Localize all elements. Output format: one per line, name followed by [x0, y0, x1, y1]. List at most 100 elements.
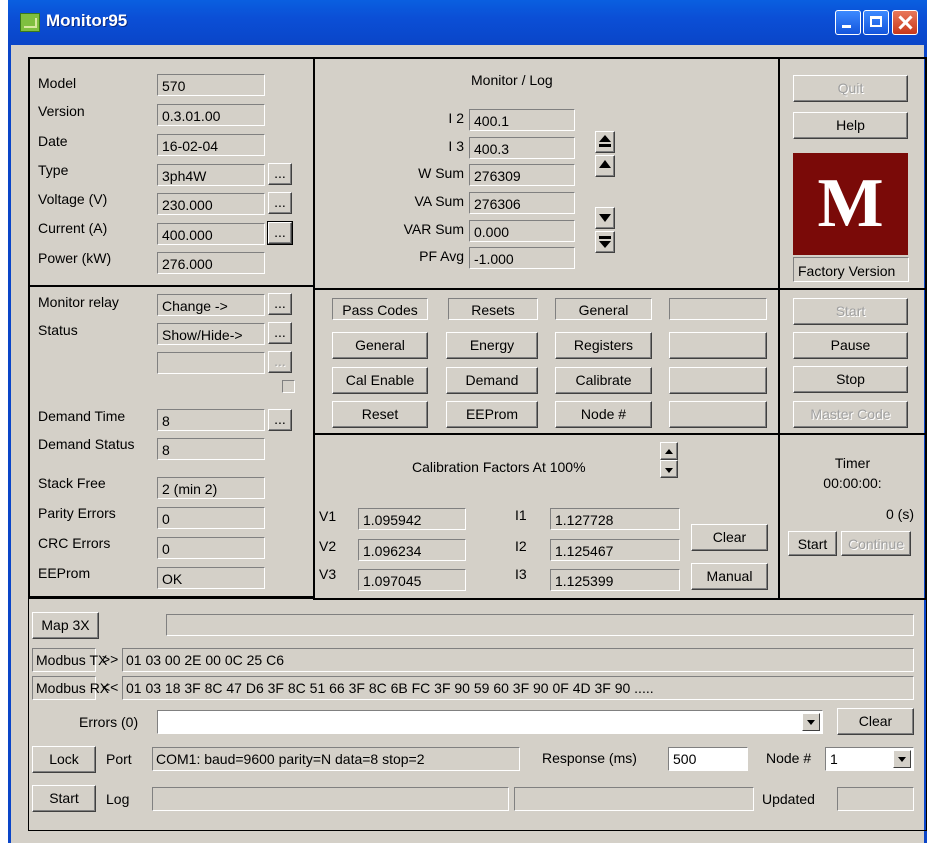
response-input[interactable]: 500: [668, 747, 748, 771]
factory-version-field: Factory Version: [793, 257, 909, 282]
cal-enable-button[interactable]: Cal Enable: [332, 367, 428, 394]
eeprom-button[interactable]: EEProm: [446, 401, 538, 428]
status-field: Show/Hide->: [157, 323, 265, 345]
stop-button[interactable]: Stop: [793, 366, 908, 393]
modbus-tx-field: 01 03 00 2E 00 0C 25 C6: [122, 648, 914, 672]
window-title: Monitor95: [46, 11, 128, 30]
timer-label: Timer: [834, 455, 871, 471]
modbus-rx-field: 01 03 18 3F 8C 47 D6 3F 8C 51 66 3F 8C 6…: [122, 676, 914, 700]
node-button[interactable]: Node #: [555, 401, 652, 428]
type-more-button[interactable]: ...: [268, 163, 292, 185]
cal-spin-up-button[interactable]: [660, 442, 678, 460]
tx-arrow: >>: [102, 651, 119, 667]
model-label: Model: [38, 75, 77, 91]
varsum-label: VAR Sum: [403, 221, 464, 237]
timer-continue-button[interactable]: Continue: [841, 531, 911, 556]
log-label: Log: [106, 791, 130, 807]
lock-button[interactable]: Lock: [32, 746, 96, 773]
i1-field: 1.127728: [550, 508, 680, 530]
down-arrow-icon: [599, 214, 611, 222]
current-field: 400.000: [157, 223, 265, 245]
model-field: 570: [157, 74, 265, 96]
comms-panel: Map 3X Modbus TX >> 01 03 00 2E 00 0C 25…: [28, 598, 927, 831]
app-window: Monitor95 Model 570 Version 0.3.01.00 Da…: [8, 0, 927, 843]
log-start-button[interactable]: Start: [32, 785, 96, 812]
timer-panel: Timer 00:00:00: 0 (s) Start Continue: [778, 433, 927, 600]
parity-errors-label: Parity Errors: [38, 505, 116, 521]
pause-button[interactable]: Pause: [793, 332, 908, 359]
pass-codes-header: Pass Codes: [332, 298, 428, 320]
device-info-panel: Model 570 Version 0.3.01.00 Date 16-02-0…: [28, 57, 315, 598]
timer-seconds: 0 (s): [886, 506, 914, 522]
timer-start-button[interactable]: Start: [788, 531, 837, 556]
title-bar[interactable]: Monitor95: [8, 0, 927, 45]
help-button[interactable]: Help: [793, 112, 908, 139]
current-more-button[interactable]: ...: [267, 221, 293, 245]
manual-button[interactable]: Manual: [691, 563, 768, 590]
v2-field: 1.096234: [358, 539, 466, 561]
demand-time-field: 8: [157, 409, 265, 431]
demand-button[interactable]: Demand: [446, 367, 538, 394]
node-label: Node #: [766, 750, 812, 766]
pfavg-label: PF Avg: [419, 248, 464, 264]
port-label: Port: [106, 751, 132, 767]
demand-time-more-button[interactable]: ...: [268, 409, 292, 431]
status-more-button[interactable]: ...: [268, 322, 292, 344]
close-button[interactable]: [892, 10, 918, 35]
node-dropdown-button[interactable]: [893, 750, 911, 768]
cal-clear-button[interactable]: Clear: [691, 524, 768, 551]
master-code-button[interactable]: Master Code: [793, 401, 908, 428]
option-checkbox[interactable]: [282, 380, 295, 393]
run-start-button[interactable]: Start: [793, 298, 908, 325]
minimize-button[interactable]: [835, 10, 861, 35]
monitor-relay-more-button[interactable]: ...: [268, 293, 292, 315]
eeprom-field: OK: [157, 567, 265, 589]
blank-button-2[interactable]: [669, 367, 767, 394]
modbus-tx-label: Modbus TX: [32, 648, 107, 672]
port-field: COM1: baud=9600 parity=N data=8 stop=2: [152, 747, 520, 771]
current-label: Current (A): [38, 220, 108, 236]
monitor-title: Monitor / Log: [471, 72, 553, 88]
voltage-more-button[interactable]: ...: [268, 192, 292, 214]
scroll-up-button[interactable]: [595, 155, 615, 177]
scroll-bottom-button[interactable]: [595, 231, 615, 253]
power-field: 276.000: [157, 252, 265, 274]
updated-label: Updated: [762, 791, 815, 807]
registers-button[interactable]: Registers: [555, 332, 652, 359]
demand-time-label: Demand Time: [38, 408, 126, 424]
blank-button-1[interactable]: [669, 332, 767, 359]
window-frame: Model 570 Version 0.3.01.00 Date 16-02-0…: [8, 45, 927, 843]
logo: M: [793, 153, 908, 255]
scroll-down-button[interactable]: [595, 207, 615, 229]
wsum-field: 276309: [469, 164, 575, 186]
node-select[interactable]: 1: [825, 747, 914, 771]
reset-button[interactable]: Reset: [332, 401, 428, 428]
run-panel: Start Pause Stop Master Code: [778, 288, 927, 435]
calibration-title: Calibration Factors At 100%: [412, 459, 586, 475]
errors-clear-button[interactable]: Clear: [837, 708, 914, 735]
vasum-field: 276306: [469, 192, 575, 214]
maximize-button[interactable]: [863, 10, 889, 35]
cal-spin-down-button[interactable]: [660, 460, 678, 478]
quit-button[interactable]: Quit: [793, 75, 908, 102]
scroll-top-button[interactable]: [595, 131, 615, 153]
crc-errors-label: CRC Errors: [38, 535, 111, 551]
voltage-field: 230.000: [157, 193, 265, 215]
type-label: Type: [38, 162, 69, 178]
log-field: [152, 787, 509, 811]
energy-button[interactable]: Energy: [446, 332, 538, 359]
v1-field: 1.095942: [358, 508, 466, 530]
calibrate-button[interactable]: Calibrate: [555, 367, 652, 394]
blank-button-3[interactable]: [669, 401, 767, 428]
errors-dropdown-button[interactable]: [802, 713, 820, 731]
errors-combo[interactable]: [157, 710, 823, 734]
control-panel: Quit Help M Factory Version: [778, 57, 927, 290]
crc-errors-field: 0: [157, 537, 265, 559]
up-arrow-icon: [665, 449, 673, 454]
map-3x-button[interactable]: Map 3X: [32, 612, 99, 639]
blank-field: [157, 352, 265, 374]
i2-cal-field: 1.125467: [550, 539, 680, 561]
power-label: Power (kW): [38, 250, 112, 266]
blank-more-button[interactable]: ...: [268, 351, 292, 373]
general-button[interactable]: General: [332, 332, 428, 359]
